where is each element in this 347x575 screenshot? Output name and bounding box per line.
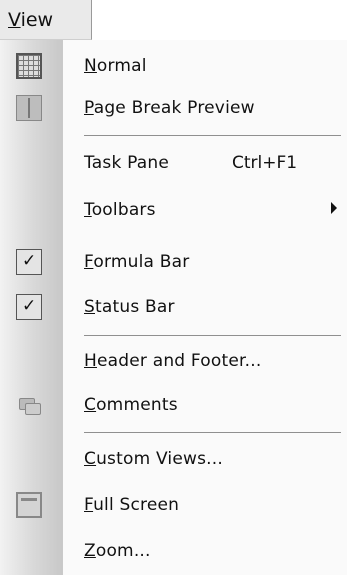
status-bar-check-icon [16, 294, 42, 320]
menu-separator [84, 432, 341, 433]
menu-separator [84, 335, 341, 336]
menu-separator [84, 135, 341, 136]
normal-view-grid-icon [16, 53, 42, 79]
menu-item-header-and-footer[interactable]: Header and Footer... [0, 340, 347, 382]
menu-item-normal[interactable]: Normal [0, 45, 347, 87]
menu-view-tab[interactable]: View [0, 0, 92, 40]
menu-item-normal-label: Normal [84, 56, 147, 76]
task-pane-shortcut: Ctrl+F1 [232, 153, 298, 173]
menu-item-status-bar-label: Status Bar [84, 297, 175, 317]
menu-item-status-bar[interactable]: Status Bar [0, 286, 347, 328]
menu-item-custom-views[interactable]: Custom Views... [0, 438, 347, 480]
menu-item-custom-views-label: Custom Views... [84, 449, 223, 469]
menu-item-toolbars[interactable]: Toolbars [0, 189, 347, 231]
comments-icon [16, 392, 42, 418]
page-break-preview-icon [16, 95, 42, 121]
menu-item-page-break-preview-label: Page Break Preview [84, 98, 255, 118]
menu-item-zoom-label: Zoom... [84, 541, 151, 561]
menu-item-page-break-preview[interactable]: Page Break Preview [0, 87, 347, 129]
submenu-arrow-icon [331, 202, 337, 214]
menu-item-comments[interactable]: Comments [0, 384, 347, 426]
menu-item-comments-label: Comments [84, 395, 178, 415]
menu-item-header-and-footer-label: Header and Footer... [84, 351, 262, 371]
full-screen-icon [16, 492, 42, 518]
view-dropdown-menu: Normal Page Break Preview Task Pane Ctrl… [0, 40, 347, 575]
menu-item-formula-bar-label: Formula Bar [84, 252, 190, 272]
menu-item-full-screen-label: Full Screen [84, 495, 180, 515]
formula-bar-check-icon [16, 249, 42, 275]
menu-item-toolbars-label: Toolbars [84, 200, 156, 220]
menu-view-label: View [8, 9, 54, 31]
menu-item-formula-bar[interactable]: Formula Bar [0, 241, 347, 283]
menu-item-task-pane[interactable]: Task Pane Ctrl+F1 [0, 142, 347, 184]
menu-item-task-pane-label: Task Pane [84, 153, 170, 173]
menu-item-full-screen[interactable]: Full Screen [0, 484, 347, 526]
menu-item-zoom[interactable]: Zoom... [0, 530, 347, 572]
